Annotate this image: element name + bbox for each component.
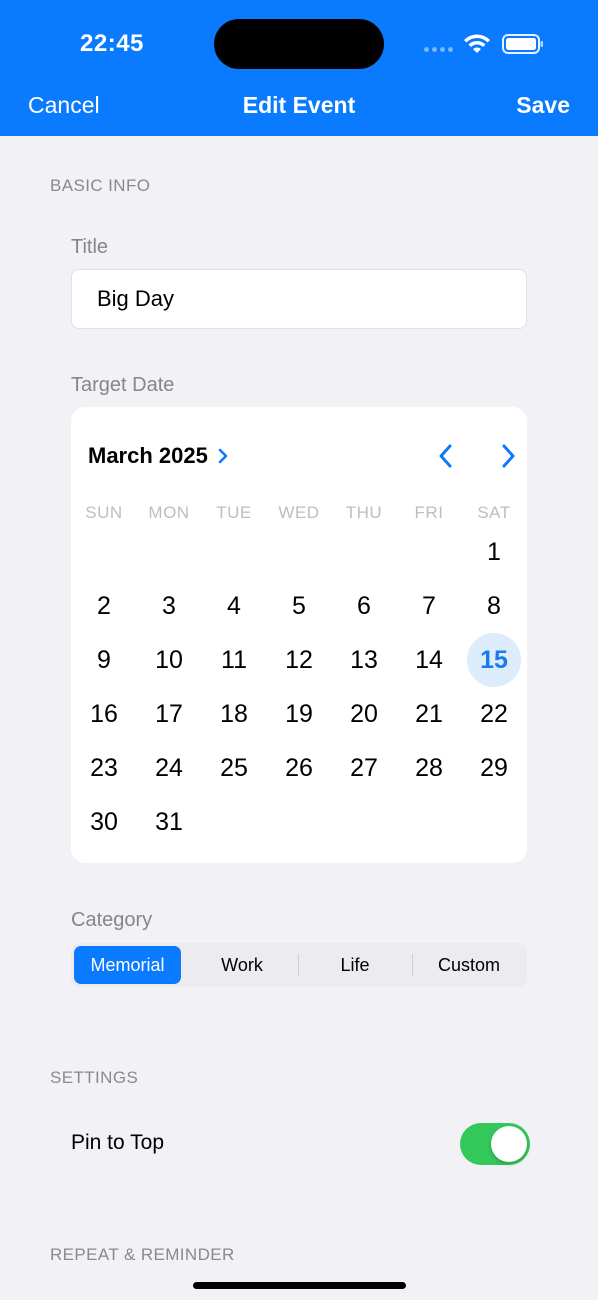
category-segmented-control: Memorial Work Life Custom: [71, 943, 527, 987]
page-title: Edit Event: [242, 92, 356, 118]
dynamic-island: [214, 19, 384, 69]
calendar-day[interactable]: 19: [272, 687, 326, 741]
calendar-day[interactable]: 4: [207, 579, 261, 633]
category-segment-work[interactable]: Work: [187, 946, 297, 984]
calendar-day[interactable]: 28: [402, 741, 456, 795]
calendar-day[interactable]: 29: [467, 741, 521, 795]
calendar-day[interactable]: 11: [207, 633, 261, 687]
title-input[interactable]: [71, 269, 527, 329]
calendar-days-grid: 1 2 3 4 5 6 7 8 9 10 11 12 13 14 15 16 17 18 19 20 21 22 23 24 2…: [71, 407, 527, 863]
calendar-day[interactable]: 31: [142, 795, 196, 849]
wifi-icon: [464, 34, 490, 53]
calendar-day[interactable]: 18: [207, 687, 261, 741]
calendar-day[interactable]: 22: [467, 687, 521, 741]
calendar-day[interactable]: 3: [142, 579, 196, 633]
pin-to-top-label: Pin to Top: [71, 1131, 165, 1154]
calendar-day[interactable]: 12: [272, 633, 326, 687]
calendar-day[interactable]: 14: [402, 633, 456, 687]
calendar-day[interactable]: 24: [142, 741, 196, 795]
calendar-day[interactable]: 6: [337, 579, 391, 633]
calendar-day[interactable]: 5: [272, 579, 326, 633]
calendar-day[interactable]: 17: [142, 687, 196, 741]
calendar-day[interactable]: 16: [77, 687, 131, 741]
calendar-day[interactable]: 10: [142, 633, 196, 687]
pin-to-top-toggle[interactable]: [460, 1123, 530, 1165]
cellular-signal-icon: [424, 45, 456, 53]
section-header-basic-info: BASIC INFO: [50, 176, 151, 195]
calendar-day[interactable]: 30: [77, 795, 131, 849]
title-label: Title: [71, 236, 109, 258]
calendar-day[interactable]: 9: [77, 633, 131, 687]
calendar-day[interactable]: 2: [77, 579, 131, 633]
calendar-day[interactable]: 26: [272, 741, 326, 795]
calendar-card: March 2025 SUN MON TUE WED THU FRI SAT 1…: [71, 407, 527, 863]
toggle-knob: [491, 1126, 527, 1162]
battery-icon: [502, 34, 543, 54]
calendar-day[interactable]: 13: [337, 633, 391, 687]
calendar-day[interactable]: 27: [337, 741, 391, 795]
navigation-header: 22:45 Cancel Edit Event Save: [0, 0, 598, 136]
category-label: Category: [71, 909, 153, 931]
calendar-day[interactable]: 7: [402, 579, 456, 633]
category-segment-custom[interactable]: Custom: [413, 946, 525, 984]
calendar-day[interactable]: 23: [77, 741, 131, 795]
calendar-day[interactable]: 21: [402, 687, 456, 741]
calendar-day[interactable]: 20: [337, 687, 391, 741]
target-date-label: Target Date: [71, 374, 175, 396]
home-indicator: [193, 1282, 406, 1289]
calendar-day[interactable]: 8: [467, 579, 521, 633]
calendar-day-selected[interactable]: 15: [467, 633, 521, 687]
save-button[interactable]: Save: [516, 92, 570, 119]
section-header-settings: SETTINGS: [50, 1068, 139, 1087]
calendar-day[interactable]: 1: [467, 525, 521, 579]
section-header-repeat-reminder: REPEAT & REMINDER: [50, 1245, 235, 1264]
category-segment-memorial[interactable]: Memorial: [74, 946, 181, 984]
calendar-day[interactable]: 25: [207, 741, 261, 795]
status-time: 22:45: [80, 30, 144, 57]
category-segment-life[interactable]: Life: [299, 946, 411, 984]
